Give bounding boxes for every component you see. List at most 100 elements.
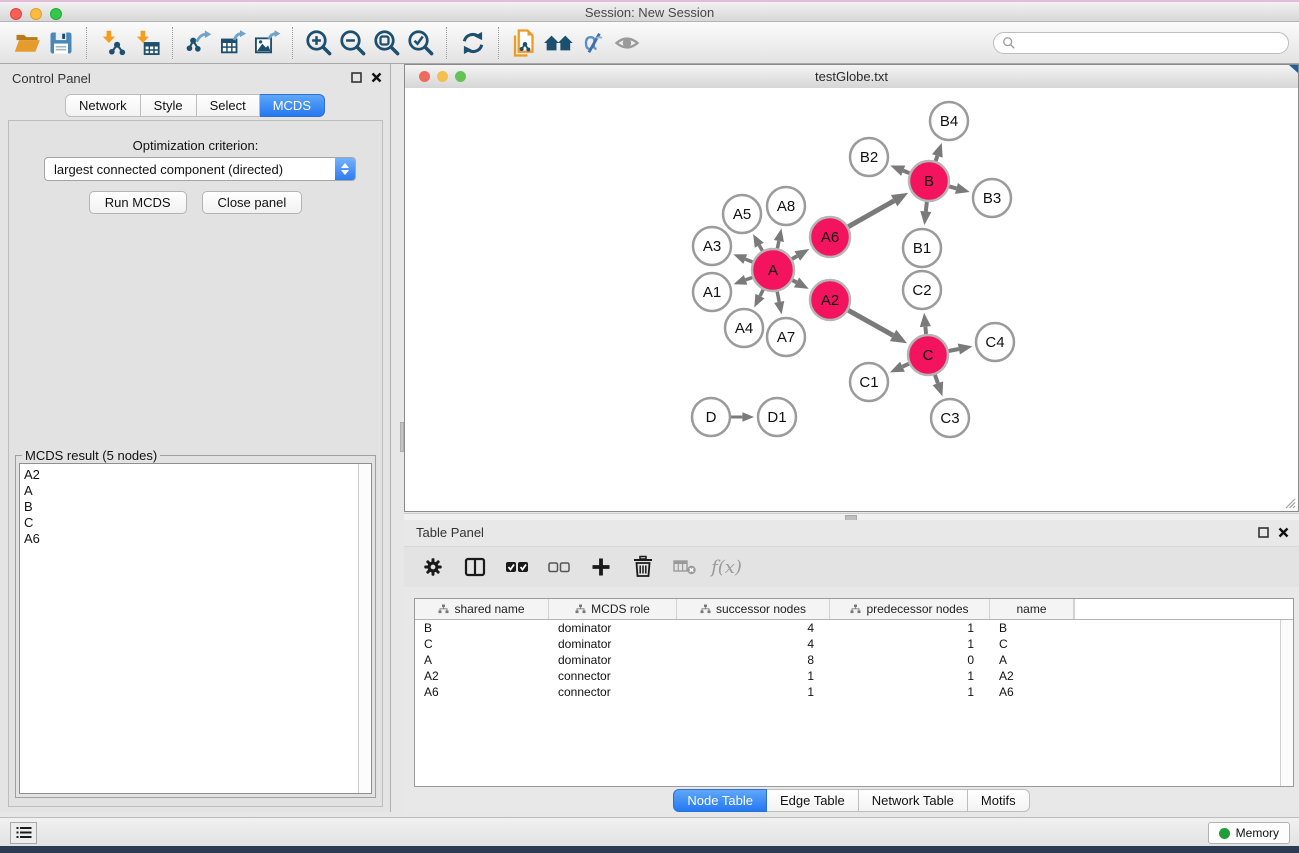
edge-A-A1[interactable] xyxy=(746,277,753,279)
run-mcds-button[interactable]: Run MCDS xyxy=(89,191,187,214)
table-cell[interactable]: B xyxy=(415,621,549,635)
table-cell[interactable]: dominator xyxy=(549,621,677,635)
edge-A-A2[interactable] xyxy=(792,280,796,282)
table-cell[interactable]: A xyxy=(415,653,549,667)
table-cell[interactable]: 4 xyxy=(677,621,830,635)
split-columns-icon[interactable] xyxy=(456,550,493,584)
edge-A-A3[interactable] xyxy=(745,259,752,262)
edge-A-A4[interactable] xyxy=(760,290,763,296)
close-panel-icon[interactable] xyxy=(371,72,382,83)
table-cell[interactable]: 4 xyxy=(677,637,830,651)
delete-column-icon[interactable] xyxy=(624,550,661,584)
result-list-item[interactable]: A2 xyxy=(24,467,357,483)
network-graph[interactable]: AA1A2A3A4A5A6A7A8BB1B2B3B4CC1C2C3C4DD1 xyxy=(405,88,1298,511)
tab-edge-table[interactable]: Edge Table xyxy=(767,789,859,812)
table-cell[interactable]: C xyxy=(990,637,1074,651)
desktop-vscrollbar-thumb[interactable] xyxy=(400,422,404,452)
mcds-result-list[interactable]: A2ABCA6 xyxy=(19,463,372,794)
table-cell[interactable]: A6 xyxy=(990,685,1074,699)
column-header-name[interactable]: name xyxy=(990,599,1074,619)
edge-C-C2[interactable] xyxy=(925,327,926,334)
tab-network[interactable]: Network xyxy=(65,94,141,117)
tab-mcds[interactable]: MCDS xyxy=(260,94,325,117)
refresh-icon[interactable] xyxy=(456,26,490,60)
float-panel-icon[interactable] xyxy=(351,72,362,83)
select-all-icon[interactable] xyxy=(498,550,535,584)
table-cell[interactable]: A xyxy=(990,653,1074,667)
table-cell[interactable]: 1 xyxy=(830,685,990,699)
edge-B-B2[interactable] xyxy=(903,171,909,174)
table-cell[interactable]: 0 xyxy=(830,653,990,667)
column-header-successor-nodes[interactable]: successor nodes xyxy=(677,599,830,619)
table-scrollbar[interactable] xyxy=(1280,620,1293,786)
hide-labels-icon[interactable] xyxy=(576,26,610,60)
add-column-icon[interactable] xyxy=(582,550,619,584)
float-panel-icon[interactable] xyxy=(1258,527,1269,538)
home-icon[interactable] xyxy=(542,26,576,60)
result-list-scrollbar[interactable] xyxy=(358,464,371,793)
result-list-item[interactable]: A xyxy=(24,483,357,499)
close-panel-icon[interactable] xyxy=(1278,527,1289,538)
resize-grip-icon[interactable] xyxy=(1284,497,1296,509)
export-table-icon[interactable] xyxy=(216,26,250,60)
edge-A-A8[interactable] xyxy=(777,241,779,248)
table-cell[interactable]: C xyxy=(415,637,549,651)
table-cell[interactable]: dominator xyxy=(549,637,677,651)
table-row[interactable]: Bdominator41B xyxy=(415,620,1293,636)
tab-motifs[interactable]: Motifs xyxy=(968,789,1030,812)
edge-C-C1[interactable] xyxy=(902,364,908,367)
table-cell[interactable]: 8 xyxy=(677,653,830,667)
result-list-item[interactable]: C xyxy=(24,515,357,531)
edge-B-B3[interactable] xyxy=(949,186,956,188)
edge-B-B1[interactable] xyxy=(926,202,927,212)
table-row[interactable]: Adominator80A xyxy=(415,652,1293,668)
table-cell[interactable]: 1 xyxy=(830,637,990,651)
table-cell[interactable]: connector xyxy=(549,685,677,699)
edge-C-C4[interactable] xyxy=(949,349,959,351)
table-cell[interactable]: 1 xyxy=(830,621,990,635)
edge-B-B4[interactable] xyxy=(936,156,938,161)
edge-A2-C[interactable] xyxy=(848,310,893,335)
edge-A-A7[interactable] xyxy=(777,292,779,302)
table-cell[interactable]: A6 xyxy=(415,685,549,699)
export-image-icon[interactable] xyxy=(250,26,284,60)
import-network-icon[interactable] xyxy=(96,26,130,60)
edge-C-C3[interactable] xyxy=(935,375,938,383)
task-history-button[interactable] xyxy=(10,822,37,844)
result-list-item[interactable]: B xyxy=(24,499,357,515)
import-table-icon[interactable] xyxy=(130,26,164,60)
table-cell[interactable]: 1 xyxy=(677,685,830,699)
maximize-corner-icon[interactable] xyxy=(1289,65,1298,73)
close-panel-button[interactable]: Close panel xyxy=(202,191,303,214)
zoom-selected-icon[interactable] xyxy=(404,26,438,60)
result-list-item[interactable]: A6 xyxy=(24,531,357,547)
table-cell[interactable]: 1 xyxy=(830,669,990,683)
table-cell[interactable]: 1 xyxy=(677,669,830,683)
save-session-icon[interactable] xyxy=(44,26,78,60)
tab-select[interactable]: Select xyxy=(197,94,260,117)
optimization-criterion-select[interactable]: largest connected component (directed) xyxy=(44,157,356,181)
table-cell[interactable]: dominator xyxy=(549,653,677,667)
zoom-fit-icon[interactable] xyxy=(370,26,404,60)
column-header-shared-name[interactable]: shared name xyxy=(415,599,549,619)
tab-node-table[interactable]: Node Table xyxy=(673,789,767,812)
search-input[interactable] xyxy=(993,32,1289,54)
network-window-title-bar[interactable]: testGlobe.txt xyxy=(405,65,1298,89)
tab-network-table[interactable]: Network Table xyxy=(859,789,968,812)
table-cell[interactable]: A2 xyxy=(990,669,1074,683)
export-network-icon[interactable] xyxy=(182,26,216,60)
zoom-in-icon[interactable] xyxy=(302,26,336,60)
edge-A-A6[interactable] xyxy=(792,256,797,259)
table-row[interactable]: A6connector11A6 xyxy=(415,684,1293,700)
edge-A-A5[interactable] xyxy=(759,245,762,251)
table-row[interactable]: A2connector11A2 xyxy=(415,668,1293,684)
zoom-out-icon[interactable] xyxy=(336,26,370,60)
open-file-icon[interactable] xyxy=(10,26,44,60)
table-cell[interactable]: A2 xyxy=(415,669,549,683)
table-row[interactable]: Cdominator41C xyxy=(415,636,1293,652)
tab-style[interactable]: Style xyxy=(141,94,197,117)
memory-button[interactable]: Memory xyxy=(1208,822,1290,844)
table-cell[interactable]: B xyxy=(990,621,1074,635)
network-canvas[interactable]: AA1A2A3A4A5A6A7A8BB1B2B3B4CC1C2C3C4DD1 xyxy=(405,88,1298,511)
network-file-icon[interactable] xyxy=(508,26,542,60)
